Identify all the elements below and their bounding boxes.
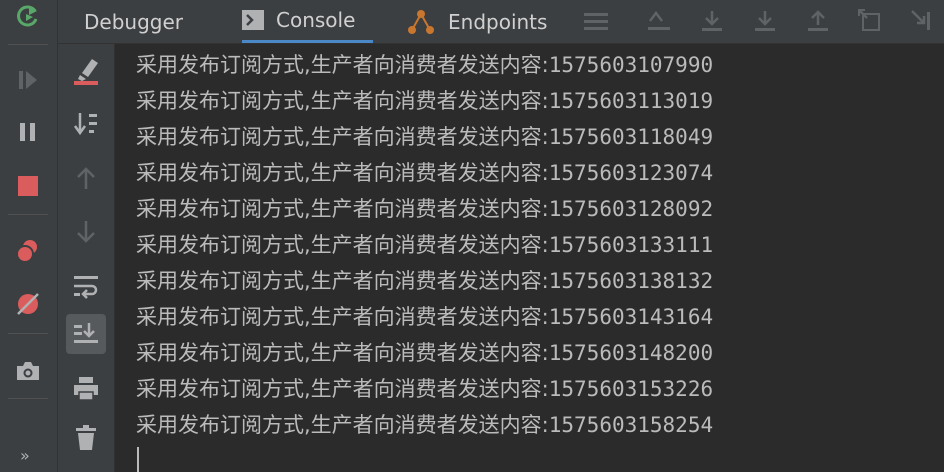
console-line-value: 1575603153226 <box>548 377 714 401</box>
console-line: 采用发布订阅方式,生产者向消费者发送内容:1575603148200 <box>136 338 713 374</box>
text-caret <box>137 447 139 472</box>
more-tools-icon[interactable]: » <box>20 446 30 465</box>
console-line-value: 1575603148200 <box>548 341 714 365</box>
step-into-icon[interactable] <box>751 8 779 34</box>
separator <box>8 214 48 215</box>
sort-icon[interactable] <box>66 104 106 144</box>
console-line-prefix: 采用发布订阅方式,生产者向消费者发送内容: <box>136 269 549 293</box>
pause-icon[interactable] <box>14 118 42 146</box>
mute-breakpoints-icon[interactable] <box>14 290 42 318</box>
console-line: 采用发布订阅方式,生产者向消费者发送内容:1575603143164 <box>136 302 713 338</box>
console-line-value: 1575603113019 <box>548 89 714 113</box>
tab-endpoints[interactable]: Endpoints <box>406 0 547 43</box>
view-breakpoints-icon[interactable] <box>14 237 42 265</box>
console-line-value: 1575603128092 <box>548 197 714 221</box>
console-line-prefix: 采用发布订阅方式,生产者向消费者发送内容: <box>136 197 549 221</box>
separator <box>8 333 48 334</box>
console-line-prefix: 采用发布订阅方式,生产者向消费者发送内容: <box>136 413 549 437</box>
console-line-value: 1575603143164 <box>548 305 714 329</box>
separator <box>8 44 48 45</box>
endpoints-icon <box>406 8 436 36</box>
console-line-prefix: 采用发布订阅方式,生产者向消费者发送内容: <box>136 125 549 149</box>
tab-label: Debugger <box>84 9 183 34</box>
console-line: 采用发布订阅方式,生产者向消费者发送内容:1575603113019 <box>136 86 713 122</box>
up-arrow-icon[interactable] <box>66 158 106 198</box>
console-line: 采用发布订阅方式,生产者向消费者发送内容:1575603138132 <box>136 266 713 302</box>
tab-label: Console <box>276 8 356 32</box>
console-line-prefix: 采用发布订阅方式,生产者向消费者发送内容: <box>136 341 549 365</box>
resume-icon[interactable] <box>14 66 42 94</box>
console-line-prefix: 采用发布订阅方式,生产者向消费者发送内容: <box>136 89 549 113</box>
console-line: 采用发布订阅方式,生产者向消费者发送内容:1575603107990 <box>136 50 713 86</box>
soft-wrap-icon[interactable] <box>66 266 106 306</box>
console-line-value: 1575603123074 <box>548 161 714 185</box>
step-over-icon[interactable] <box>698 8 726 34</box>
console-line: 采用发布订阅方式,生产者向消费者发送内容:1575603153226 <box>136 374 713 410</box>
clear-console-icon[interactable] <box>66 50 106 90</box>
console-line-prefix: 采用发布订阅方式,生产者向消费者发送内容: <box>136 161 549 185</box>
tab-label: Endpoints <box>448 9 548 34</box>
stop-icon[interactable] <box>14 172 42 200</box>
console-line-value: 1575603107990 <box>548 53 714 77</box>
show-execution-point-icon[interactable] <box>645 8 673 34</box>
tab-debugger[interactable]: Debugger <box>84 0 183 43</box>
console-line: 采用发布订阅方式,生产者向消费者发送内容:1575603123074 <box>136 158 713 194</box>
console-line-value: 1575603158254 <box>548 413 714 437</box>
console-icon <box>242 10 264 30</box>
print-icon[interactable] <box>66 368 106 408</box>
debug-side-toolbar: » <box>0 0 58 472</box>
console-line: 采用发布订阅方式,生产者向消费者发送内容:1575603118049 <box>136 122 713 158</box>
rerun-icon[interactable] <box>14 2 42 30</box>
camera-icon[interactable] <box>14 357 42 385</box>
debug-tab-bar: Debugger Console Endpoints <box>58 0 944 44</box>
tab-console[interactable]: Console <box>242 0 374 43</box>
console-line-prefix: 采用发布订阅方式,生产者向消费者发送内容: <box>136 233 549 257</box>
console-output[interactable]: 采用发布订阅方式,生产者向消费者发送内容:1575603107990 采用发布订阅… <box>136 50 936 472</box>
console-toolbar <box>58 44 115 472</box>
console-line: 采用发布订阅方式,生产者向消费者发送内容:1575603158254 <box>136 410 713 446</box>
separator <box>8 398 48 399</box>
down-arrow-icon[interactable] <box>66 212 106 252</box>
console-line-prefix: 采用发布订阅方式,生产者向消费者发送内容: <box>136 377 549 401</box>
layout-menu-icon[interactable] <box>582 8 610 34</box>
step-out-icon[interactable] <box>804 8 832 34</box>
console-line-value: 1575603133111 <box>548 233 714 257</box>
console-line: 采用发布订阅方式,生产者向消费者发送内容:1575603133111 <box>136 230 713 266</box>
console-line: 采用发布订阅方式,生产者向消费者发送内容:1575603128092 <box>136 194 713 230</box>
drop-frame-icon[interactable] <box>856 8 884 34</box>
run-to-cursor-icon[interactable] <box>908 8 936 34</box>
console-line-value: 1575603118049 <box>548 125 714 149</box>
scroll-to-end-icon[interactable] <box>66 314 106 354</box>
console-line-value: 1575603138132 <box>548 269 714 293</box>
console-line-prefix: 采用发布订阅方式,生产者向消费者发送内容: <box>136 305 549 329</box>
trash-icon[interactable] <box>66 418 106 458</box>
console-line-prefix: 采用发布订阅方式,生产者向消费者发送内容: <box>136 53 549 77</box>
